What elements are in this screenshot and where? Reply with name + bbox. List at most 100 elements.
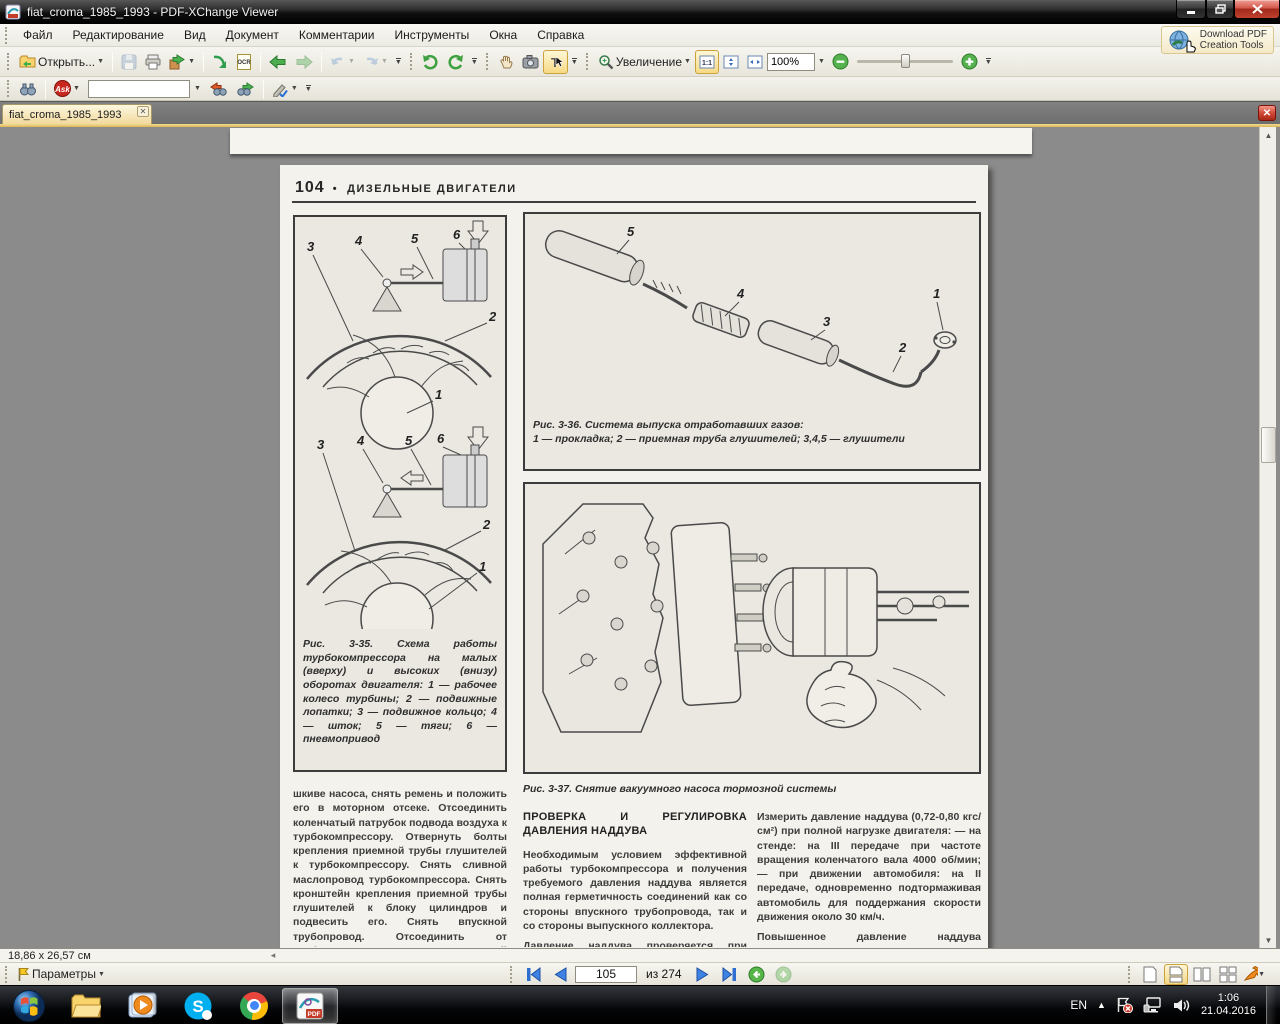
options-button[interactable]: Параметры ▼ (13, 962, 109, 986)
toolbar-grip[interactable] (7, 53, 10, 70)
taskbar-explorer[interactable] (58, 988, 114, 1024)
menu-file[interactable]: Файл (13, 25, 63, 45)
zoom-out-button[interactable] (828, 50, 853, 74)
ask-search-button[interactable]: Ask▼ (50, 77, 84, 101)
rotate-cw-button[interactable] (443, 50, 468, 74)
search-input[interactable] (88, 80, 190, 98)
toolbar-overflow-button[interactable]: ▼ (983, 58, 994, 65)
rotate-ccw-button[interactable] (418, 50, 443, 74)
redo-button[interactable]: ▼ (359, 50, 392, 74)
go-back-button[interactable] (265, 50, 291, 74)
next-page-button[interactable] (691, 964, 715, 984)
scroll-down-button[interactable]: ▼ (1261, 932, 1276, 948)
menu-help[interactable]: Справка (527, 25, 594, 45)
spellcheck-dropdown-arrow[interactable]: ▼ (291, 85, 298, 92)
tab-close-icon[interactable]: ✕ (137, 106, 149, 117)
previous-page-button[interactable] (548, 964, 572, 984)
scrollbar-thumb[interactable] (1261, 427, 1276, 463)
last-page-button[interactable] (718, 964, 742, 984)
show-desktop-button[interactable] (1266, 986, 1276, 1024)
toolbar-overflow-button[interactable]: ▼ (393, 58, 404, 65)
send-button[interactable] (208, 50, 232, 74)
zoom-level-input[interactable] (767, 53, 815, 71)
fit-page-button[interactable] (719, 50, 743, 74)
page-number-input[interactable] (575, 966, 637, 983)
find-next-button[interactable] (232, 77, 259, 101)
pointer-tool-button[interactable]: ▼ (1242, 964, 1266, 985)
continuous-layout-button[interactable] (1164, 964, 1188, 985)
network-icon[interactable] (1143, 997, 1163, 1013)
ask-dropdown-arrow[interactable]: ▼ (73, 85, 80, 92)
continuous-facing-layout-button[interactable] (1216, 964, 1240, 985)
start-button[interactable] (0, 988, 58, 1024)
toolbar-grip[interactable] (486, 53, 489, 70)
close-button[interactable] (1234, 0, 1280, 19)
statusbar-grip[interactable] (5, 966, 8, 983)
collapse-arrow-icon[interactable]: ◂ (271, 950, 276, 961)
language-indicator[interactable]: EN (1070, 998, 1087, 1012)
scroll-up-button[interactable]: ▲ (1261, 127, 1276, 143)
undo-dropdown-arrow[interactable]: ▼ (348, 58, 355, 65)
options-dropdown-arrow[interactable]: ▼ (98, 971, 105, 978)
taskbar-skype[interactable]: S (170, 988, 226, 1024)
volume-icon[interactable] (1173, 998, 1191, 1013)
zoom-slider[interactable] (857, 60, 953, 63)
close-document-button[interactable]: ✕ (1258, 105, 1276, 121)
first-page-button[interactable] (521, 964, 545, 984)
menu-windows[interactable]: Окна (479, 25, 527, 45)
toolbar-overflow-button[interactable]: ▼ (469, 58, 480, 65)
zoom-slider-thumb[interactable] (901, 54, 910, 68)
toolbar-overflow-button[interactable]: ▼ (569, 58, 580, 65)
menu-comments[interactable]: Комментарии (289, 25, 385, 45)
zoom-in-button[interactable] (957, 50, 982, 74)
previous-page-bottom[interactable] (230, 128, 1032, 154)
undo-button[interactable]: ▼ (326, 50, 359, 74)
previous-view-button[interactable] (745, 964, 769, 984)
zoom-tool-button[interactable]: Увеличение▼ (594, 50, 695, 74)
zoom-dropdown-arrow[interactable]: ▼ (684, 58, 691, 65)
select-text-tool-button[interactable]: T (543, 50, 568, 74)
find-previous-button[interactable] (205, 77, 232, 101)
pdf-page[interactable]: 104 • ДИЗЕЛЬНЫЕ ДВИГАТЕЛИ (280, 165, 988, 948)
menu-edit[interactable]: Редактирование (63, 25, 174, 45)
spellcheck-button[interactable]: ▼ (268, 77, 302, 101)
tab-fiat-croma[interactable]: fiat_croma_1985_1993 ✕ (2, 104, 152, 124)
open-dropdown-arrow[interactable]: ▼ (97, 58, 104, 65)
next-view-button[interactable] (772, 964, 796, 984)
toolbar-grip[interactable] (7, 80, 10, 97)
tray-expand-icon[interactable]: ▲ (1097, 1000, 1106, 1010)
action-center-flag-icon[interactable] (1116, 997, 1133, 1013)
taskbar-pdf-xchange[interactable]: PDF (282, 988, 338, 1024)
menu-tools[interactable]: Инструменты (384, 25, 479, 45)
menu-grip[interactable] (5, 27, 8, 44)
single-page-layout-button[interactable] (1138, 964, 1162, 985)
fit-width-button[interactable] (743, 50, 767, 74)
print-button[interactable] (141, 50, 165, 74)
go-forward-button[interactable] (291, 50, 317, 74)
open-button[interactable]: Открыть...▼ (15, 50, 108, 74)
save-button[interactable] (117, 50, 141, 74)
clock[interactable]: 1:06 21.04.2016 (1201, 992, 1256, 1018)
menu-document[interactable]: Документ (216, 25, 289, 45)
toolbar-overflow-button[interactable]: ▼ (303, 85, 314, 92)
vertical-scrollbar[interactable]: ▲ ▼ (1259, 127, 1276, 948)
nav-grip[interactable] (510, 966, 513, 983)
minimize-button[interactable] (1176, 0, 1206, 19)
restore-button[interactable] (1206, 0, 1234, 19)
toolbar-grip[interactable] (586, 53, 589, 70)
actual-size-button[interactable]: 1:1 (695, 50, 719, 74)
redo-dropdown-arrow[interactable]: ▼ (381, 58, 388, 65)
export-button[interactable]: ▼ (165, 50, 199, 74)
layout-grip[interactable] (1128, 966, 1131, 983)
toolbar-grip[interactable] (410, 53, 413, 70)
taskbar-chrome[interactable] (226, 988, 282, 1024)
download-pdf-tools-button[interactable]: Download PDFCreation Tools (1161, 26, 1274, 54)
pointer-dropdown-arrow[interactable]: ▼ (1258, 971, 1265, 978)
facing-pages-layout-button[interactable] (1190, 964, 1214, 985)
hand-tool-button[interactable] (494, 50, 518, 74)
export-dropdown-arrow[interactable]: ▼ (188, 58, 195, 65)
zoom-level-dropdown-arrow[interactable]: ▼ (818, 58, 825, 65)
search-button[interactable] (15, 77, 41, 101)
snapshot-button[interactable] (518, 50, 543, 74)
ocr-button[interactable]: OCR (232, 50, 256, 74)
